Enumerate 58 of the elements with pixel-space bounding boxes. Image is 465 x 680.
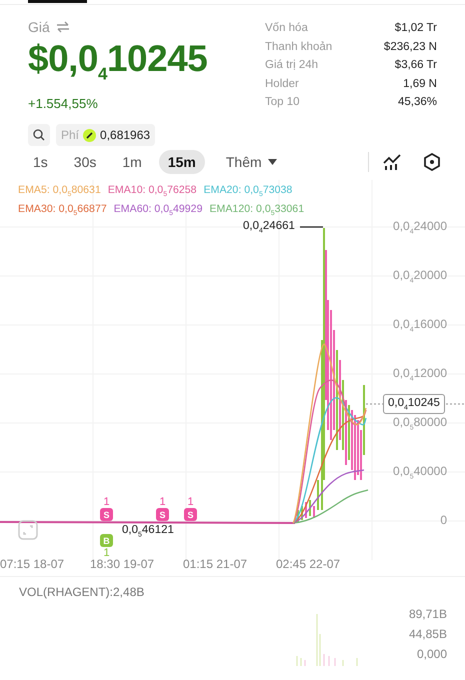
tab-indicator bbox=[28, 0, 87, 3]
x-axis-label: 18:30 19-07 bbox=[90, 557, 154, 571]
high-price-label: 0,0$_{4}$24661 bbox=[243, 220, 295, 234]
y-axis-label: 0 bbox=[440, 513, 447, 527]
fee-chip[interactable]: Phí 0,681963 bbox=[56, 124, 156, 146]
stat-value: 1,69 N bbox=[403, 78, 437, 92]
marker-count: 1 bbox=[103, 496, 110, 508]
ema-legend-item: EMA60: 0,0$_{5}$49929 bbox=[114, 202, 202, 220]
hexagon-icon[interactable] bbox=[423, 153, 441, 171]
expand-icon[interactable] bbox=[18, 520, 38, 540]
x-axis-label: 07:15 18-07 bbox=[0, 557, 64, 571]
volume-axis-label: 0,000 bbox=[416, 647, 447, 661]
high-price-leader bbox=[300, 226, 323, 228]
current-price-tag: 0,0$_{4}$10245 bbox=[383, 394, 445, 414]
stat-label: Giá trị 24h bbox=[265, 59, 318, 73]
timeframe-tab[interactable]: 1s bbox=[24, 150, 57, 174]
ema-legend-item: EMA10: 0,0$_{5}$76258 bbox=[108, 183, 197, 200]
swap-icon[interactable] bbox=[56, 21, 70, 33]
price-change: +1.554,55% bbox=[28, 96, 99, 112]
more-dropdown[interactable]: Thêm bbox=[216, 150, 286, 174]
stat-value: $236,23 N bbox=[384, 40, 437, 54]
volume-axis-label: 89,71B bbox=[408, 607, 447, 621]
y-axis-label: 0,0$_{5}$40000 bbox=[393, 464, 447, 480]
timeframe-tab[interactable]: 1m bbox=[113, 150, 151, 174]
search-button[interactable] bbox=[28, 124, 50, 146]
stat-label: Vốn hóa bbox=[265, 22, 308, 36]
stat-value: $1,02 Tr bbox=[394, 22, 437, 36]
timeframe-tab[interactable]: 30s bbox=[64, 150, 106, 174]
y-axis-label: 0,0$_{5}$80000 bbox=[393, 415, 447, 432]
stat-value: $3,66 Tr bbox=[394, 59, 437, 73]
y-axis-label: 0,0$_{4}$20000 bbox=[393, 268, 447, 284]
marker-count: 1 bbox=[187, 496, 194, 508]
caret-icon bbox=[268, 159, 277, 165]
stat-label: Holder bbox=[265, 78, 299, 92]
fee-label: Phí bbox=[61, 128, 80, 142]
search-icon bbox=[33, 129, 45, 142]
y-axis-label: 0,0$_{4}$24000 bbox=[393, 219, 447, 236]
volume-axis-label: 44,85B bbox=[408, 627, 447, 641]
indicator-icon[interactable] bbox=[383, 154, 401, 170]
x-axis-label: 02:45 22-07 bbox=[276, 557, 340, 571]
y-axis-label: 0,0$_{4}$16000 bbox=[393, 317, 447, 334]
timeframe-tab[interactable]: 15m bbox=[158, 150, 205, 174]
stat-value: 45,36% bbox=[398, 96, 437, 110]
price-value: $0,0$_{4}$10245 bbox=[28, 37, 208, 86]
marker-count: 1 bbox=[159, 496, 166, 508]
marker-count: 1 bbox=[103, 547, 110, 559]
stat-label: Top 10 bbox=[265, 96, 300, 110]
ema-legend-item: EMA30: 0,0$_{5}$66877 bbox=[18, 202, 107, 220]
volume-label: VOL(RHAGENT):2,48B bbox=[19, 585, 144, 599]
y-axis-label: 0,0$_{4}$12000 bbox=[393, 366, 447, 382]
fee-value: 0,681963 bbox=[100, 128, 150, 142]
ema-legend-item: EMA120: 0,0$_{5}$33061 bbox=[209, 202, 304, 220]
price-label: Giá bbox=[28, 19, 50, 35]
x-axis-label: 01:15 21-07 bbox=[183, 557, 248, 571]
ema-legend-item: EMA5: 0,0$_{5}$80631 bbox=[18, 183, 101, 200]
low-price-label: 0,0$_{5}$46121 bbox=[122, 524, 174, 538]
stat-label: Thanh khoản bbox=[265, 40, 332, 54]
ema-legend-item: EMA20: 0,0$_{5}$73038 bbox=[204, 183, 292, 200]
